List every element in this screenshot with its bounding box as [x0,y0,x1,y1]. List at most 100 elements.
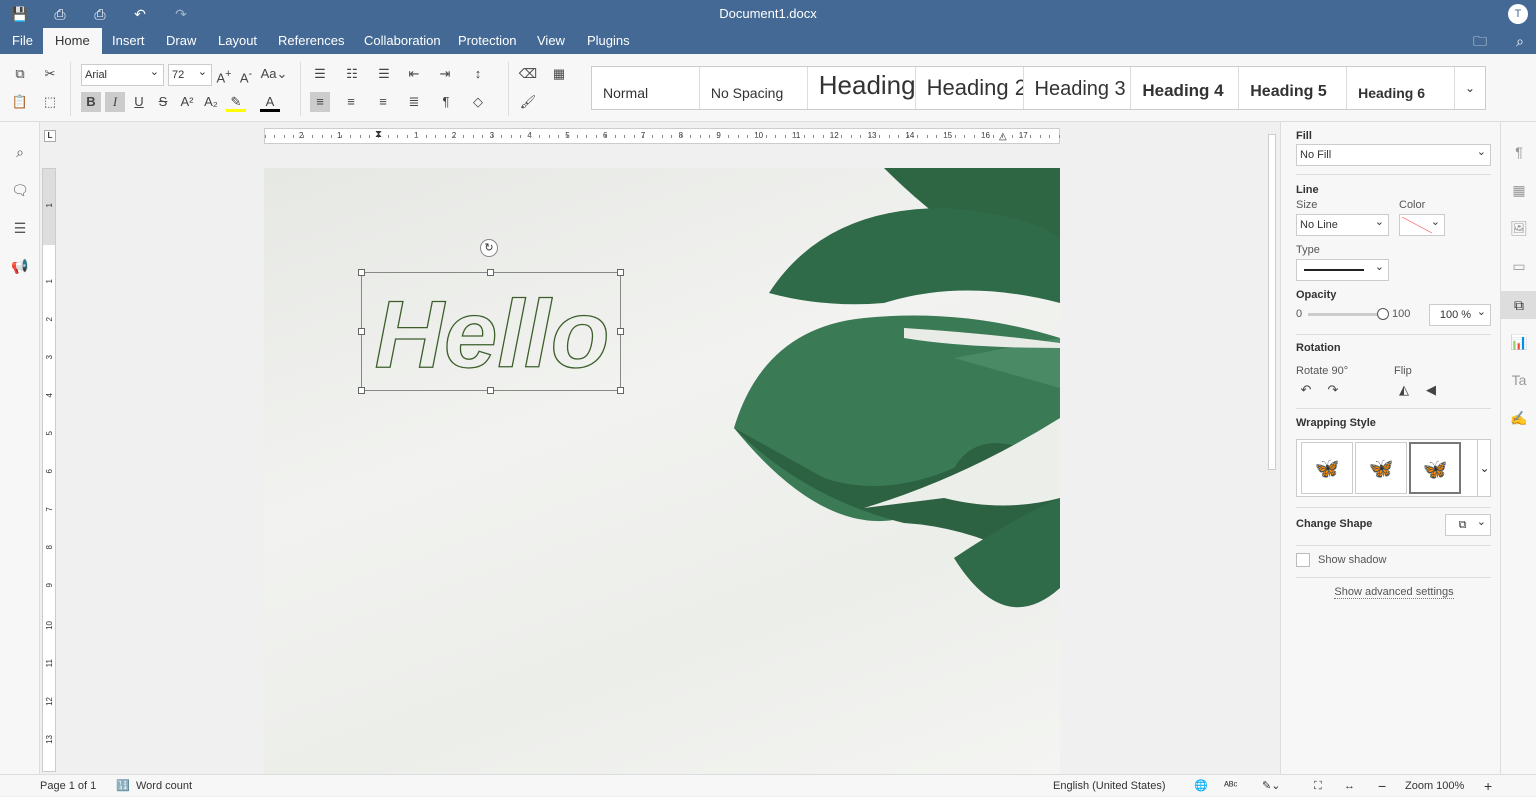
search-icon[interactable]: ⌕ [1510,31,1530,51]
advanced-settings-link[interactable]: Show advanced settings [1334,586,1454,599]
style-6[interactable]: Heading 4 [1131,67,1240,109]
tab-plugins[interactable]: Plugins [575,28,642,54]
style-7[interactable]: Heading 5 [1239,67,1348,109]
line-size-select[interactable]: No Line [1296,212,1389,236]
tab-collaboration[interactable]: Collaboration [352,28,453,54]
italic-button[interactable]: I [105,92,125,112]
vertical-ruler[interactable]: 1 1 2 3 4 5 6 7 8 9 10 11 12 13 [42,168,56,772]
resize-handle[interactable] [487,269,494,276]
change-shape-button[interactable]: ⧉ [1445,512,1491,536]
tab-home[interactable]: Home [43,28,102,54]
language-select[interactable]: English (United States) [1053,775,1166,797]
increase-font-icon[interactable]: A+ [214,64,234,85]
bold-button[interactable]: B [81,92,101,112]
resize-handle[interactable] [487,387,494,394]
copy-style-icon[interactable]: 🖌 [518,92,538,112]
clear-style-icon[interactable]: ⌫ [518,64,538,84]
increase-indent-icon[interactable]: ⇥ [435,64,455,84]
style-2[interactable]: No Spacing [700,67,808,109]
signature-icon[interactable]: ✍ [1501,404,1536,432]
resize-handle[interactable] [358,328,365,335]
shape-settings-icon[interactable]: ⧉ [1501,291,1536,319]
tab-references[interactable]: References [266,28,356,54]
font-color-icon[interactable]: A [260,92,280,112]
slider-handle[interactable] [1377,308,1389,320]
search-icon[interactable]: ⌕ [10,144,30,164]
rotate-left-icon[interactable]: ↶ [1296,380,1316,400]
strikethrough-button[interactable]: S [153,92,173,112]
resize-handle[interactable] [617,328,624,335]
style-5[interactable]: Heading 3 [1024,67,1132,109]
word-count-button[interactable]: Word count [136,775,192,797]
zoom-in-icon[interactable]: + [1484,775,1492,797]
paragraph-settings-icon[interactable]: ¶ [1501,138,1536,166]
decrease-font-icon[interactable]: A- [236,64,256,85]
tab-draw[interactable]: Draw [154,28,208,54]
align-center-icon[interactable]: ≡ [341,92,361,112]
chart-settings-icon[interactable]: 📊 [1501,328,1536,356]
resize-handle[interactable] [358,269,365,276]
navigation-icon[interactable]: ☰ [10,220,30,240]
table-settings-icon[interactable]: ▦ [1501,176,1536,204]
right-indent-marker[interactable]: △ [999,131,1007,142]
style-8[interactable]: Heading 6 [1347,67,1455,109]
wrap-square-option[interactable]: 🦋 [1301,442,1353,494]
tab-stop-selector[interactable]: L [44,130,56,142]
align-right-icon[interactable]: ≡ [373,92,393,112]
left-indent-marker[interactable]: ⧗ [375,129,382,140]
style-4[interactable]: Heading 2 [916,67,1024,109]
cut-icon[interactable]: ✂ [40,64,60,84]
flip-horizontal-icon[interactable]: ◭ [1394,380,1414,400]
style-3[interactable]: Heading 1 [808,67,916,109]
track-changes-icon[interactable]: ✎⌄ [1262,775,1280,797]
spellcheck-icon[interactable]: ᴬᴮᶜ [1224,775,1237,797]
resize-handle[interactable] [358,387,365,394]
flip-vertical-icon[interactable]: ◀ [1421,380,1441,400]
font-name-select[interactable]: Arial [81,62,164,86]
avatar[interactable]: T [1508,4,1528,24]
wrap-top-bottom-option[interactable]: 🦋 [1355,442,1407,494]
wrapping-more-button[interactable]: ⌄ [1477,440,1491,496]
highlight-icon[interactable]: ✎ [226,92,246,112]
scrollbar-thumb[interactable] [1268,134,1276,470]
fit-width-icon[interactable]: ↔ [1344,775,1355,797]
font-size-select[interactable]: 72 [168,62,212,86]
line-type-select[interactable] [1296,257,1389,281]
tab-file[interactable]: File [0,28,45,54]
fill-select[interactable]: No Fill [1296,142,1491,166]
tab-insert[interactable]: Insert [100,28,157,54]
opacity-slider[interactable] [1308,308,1389,320]
tab-view[interactable]: View [525,28,577,54]
text-art-icon[interactable]: Ta [1501,366,1536,394]
feedback-icon[interactable]: 📢 [10,258,30,278]
rotate-handle[interactable]: ↻ [480,239,498,257]
fit-page-icon[interactable]: ⛶ [1314,775,1322,797]
tab-layout[interactable]: Layout [206,28,269,54]
subscript-button[interactable]: A₂ [201,92,221,112]
zoom-out-icon[interactable]: − [1378,775,1386,797]
styles-more-button[interactable]: ⌄ [1455,67,1485,109]
color-scheme-icon[interactable]: ▦ [549,64,569,84]
comments-icon[interactable]: 🗨 [10,182,30,202]
decrease-indent-icon[interactable]: ⇤ [404,64,424,84]
select-all-icon[interactable]: ⬚ [40,92,60,112]
wordart-textbox[interactable]: Hello [361,272,621,391]
tab-protection[interactable]: Protection [446,28,529,54]
document-page[interactable]: Hello ↻ [264,168,1060,774]
image-settings-icon[interactable]: 🖼 [1501,214,1536,242]
underline-button[interactable]: U [129,92,149,112]
copy-icon[interactable]: ⧉ [10,64,30,84]
style-1[interactable]: Normal [592,67,700,109]
superscript-button[interactable]: A² [177,92,197,112]
opacity-input[interactable]: 100 % [1429,302,1491,326]
line-color-picker[interactable] [1399,212,1445,236]
globe-icon[interactable]: 🌐 [1194,775,1208,797]
change-case-icon[interactable]: Aa⌄ [260,64,288,84]
vertical-scrollbar[interactable] [1266,124,1278,774]
line-spacing-icon[interactable]: ↕ [468,64,488,84]
numbering-icon[interactable]: ☷ [342,64,362,84]
paste-icon[interactable]: 📋 [10,92,30,112]
justify-icon[interactable]: ≣ [404,92,424,112]
header-footer-icon[interactable]: ▭ [1501,252,1536,280]
bullets-icon[interactable]: ☰ [310,64,330,84]
